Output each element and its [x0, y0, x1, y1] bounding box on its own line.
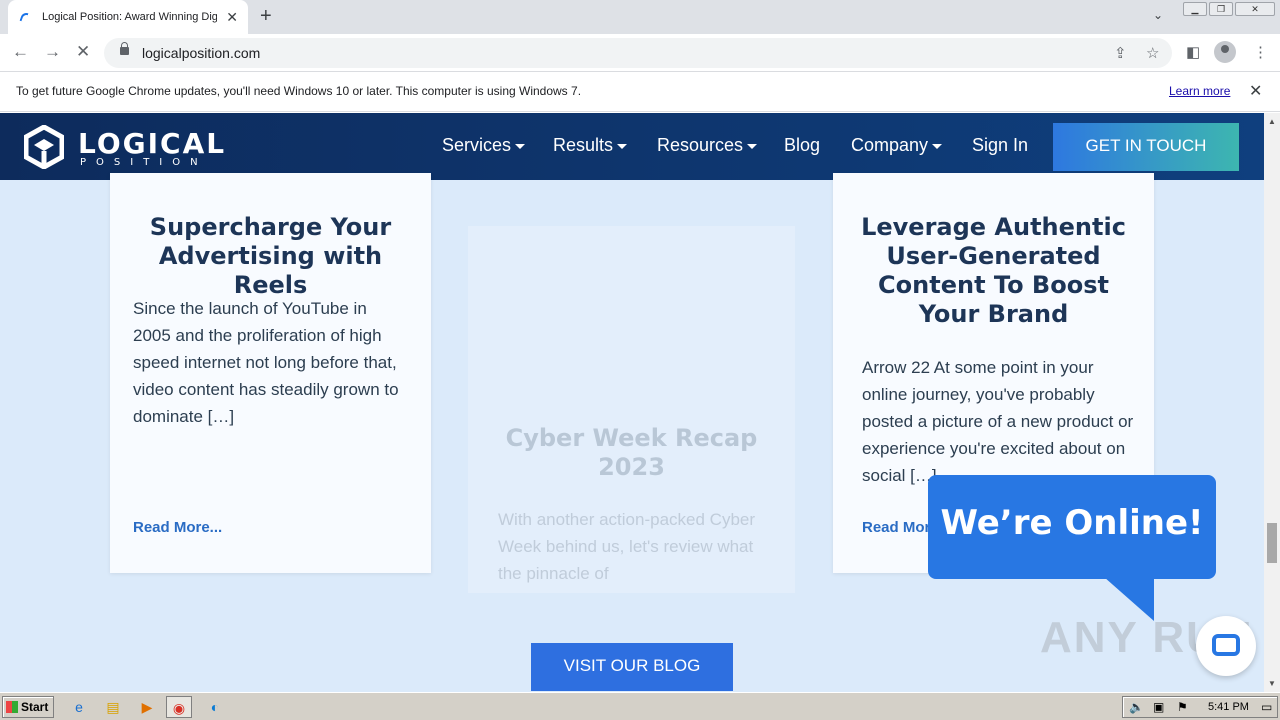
back-icon[interactable]: ← [12, 42, 29, 62]
chrome-taskbar-icon[interactable]: ◉ [166, 696, 192, 718]
site-header: LOGICAL POSITION Services Results Resour… [0, 113, 1264, 180]
learn-more-link[interactable]: Learn more [1169, 84, 1230, 98]
file-explorer-icon[interactable]: ▤ [100, 696, 126, 718]
profile-avatar[interactable] [1214, 41, 1236, 63]
card-excerpt: Arrow 22 At some point in your online jo… [862, 358, 1134, 485]
card-title[interactable]: Leverage Authentic User-Generated Conten… [849, 213, 1138, 329]
nav-blog[interactable]: Blog [784, 135, 820, 156]
update-infobar: To get future Google Chrome updates, you… [0, 72, 1280, 112]
bookmark-star-icon[interactable]: ☆ [1146, 44, 1159, 62]
new-tab-icon[interactable]: + [260, 5, 272, 28]
share-icon[interactable]: ⇪ [1114, 44, 1127, 62]
lock-icon[interactable] [120, 42, 129, 55]
close-window-button[interactable]: ✕ [1235, 2, 1275, 16]
nav-services-label: Services [442, 135, 512, 155]
chat-icon [1212, 634, 1240, 656]
card-title[interactable]: Cyber Week Recap 2023 [498, 424, 765, 482]
logo-cube-icon[interactable] [24, 125, 64, 169]
nav-resources-label: Resources [657, 135, 744, 155]
caret-down-icon [932, 143, 943, 149]
taskbar-clock[interactable]: 5:41 PM [1208, 701, 1249, 713]
blog-card: Supercharge Your Advertising with Reels … [110, 173, 431, 573]
side-panel-icon[interactable]: ◧ [1186, 43, 1200, 61]
internet-explorer-icon[interactable]: e [66, 696, 92, 718]
stop-loading-icon[interactable]: ✕ [76, 42, 90, 62]
nav-sign-in[interactable]: Sign In [972, 135, 1028, 156]
read-more-link[interactable]: Read More... [133, 519, 222, 536]
card-title[interactable]: Supercharge Your Advertising with Reels [126, 213, 415, 300]
show-desktop-icon[interactable]: ▭ [1261, 700, 1272, 714]
scroll-up-icon[interactable]: ▲ [1268, 117, 1276, 126]
chat-bubble-text: We’re Online! [940, 503, 1204, 543]
minimize-window-button[interactable]: ▁ [1183, 2, 1207, 16]
chat-launcher-button[interactable] [1196, 616, 1256, 676]
flag-icon[interactable]: ⚑ [1177, 700, 1188, 714]
nav-company-label: Company [851, 135, 929, 155]
card-excerpt: With another action-packed Cyber Week be… [498, 510, 756, 583]
scroll-down-icon[interactable]: ▼ [1268, 679, 1276, 688]
page-scrollbar[interactable]: ▲ ▼ [1264, 113, 1280, 692]
caret-down-icon [515, 143, 526, 149]
nav-company[interactable]: Company [851, 135, 943, 156]
blog-card: Cyber Week Recap 2023 With another actio… [468, 226, 795, 593]
logo-subtitle: POSITION [80, 157, 208, 168]
media-player-icon[interactable]: ▶ [134, 696, 160, 718]
scrollbar-thumb[interactable] [1267, 523, 1277, 563]
tab-search-chevron-icon[interactable]: ⌄ [1153, 8, 1163, 22]
start-button[interactable]: Start [2, 696, 54, 718]
restore-window-button[interactable]: ❐ [1209, 2, 1233, 16]
url-text[interactable]: logicalposition.com [142, 45, 260, 61]
chat-online-bubble[interactable]: We’re Online! [928, 475, 1216, 579]
network-icon[interactable]: ▣ [1153, 700, 1164, 714]
page-viewport: LOGICAL POSITION Services Results Resour… [0, 113, 1264, 692]
volume-icon[interactable]: 🔈 [1129, 700, 1144, 714]
windows-taskbar: Start e ▤ ▶ ◉ ◐ 🔈 ▣ ⚑ ▭ 5:41 PM [0, 692, 1280, 720]
tab-close-icon[interactable]: ✕ [226, 9, 238, 26]
caret-down-icon [747, 143, 758, 149]
system-tray: 🔈 ▣ ⚑ ▭ [1122, 696, 1278, 718]
caret-down-icon [617, 143, 628, 149]
nav-results-label: Results [553, 135, 614, 155]
menu-kebab-icon[interactable]: ⋮ [1253, 43, 1268, 61]
tab-title: Logical Position: Award Winning Digi [42, 11, 217, 23]
address-bar[interactable]: logicalposition.com ⇪ ☆ [104, 38, 1172, 68]
forward-icon[interactable]: → [44, 42, 61, 62]
loading-favicon-icon [18, 10, 32, 24]
card-excerpt: Since the launch of YouTube in 2005 and … [133, 299, 399, 426]
logo-wordmark[interactable]: LOGICAL [78, 127, 226, 160]
nav-results[interactable]: Results [553, 135, 628, 156]
browser-toolbar: ← → ✕ logicalposition.com ⇪ ☆ ◧ ⋮ [0, 34, 1280, 72]
visit-blog-button[interactable]: VISIT OUR BLOG [531, 643, 733, 691]
infobar-close-icon[interactable]: ✕ [1249, 81, 1262, 101]
browser-tab[interactable]: Logical Position: Award Winning Digi ✕ [8, 0, 248, 34]
browser-tab-bar: Logical Position: Award Winning Digi ✕ +… [0, 0, 1280, 34]
get-in-touch-button[interactable]: GET IN TOUCH [1053, 123, 1239, 171]
nav-services[interactable]: Services [442, 135, 526, 156]
chat-bubble-tail [1104, 577, 1154, 621]
infobar-message: To get future Google Chrome updates, you… [16, 84, 582, 98]
nav-resources[interactable]: Resources [657, 135, 758, 156]
edge-icon[interactable]: ◐ [202, 696, 228, 718]
